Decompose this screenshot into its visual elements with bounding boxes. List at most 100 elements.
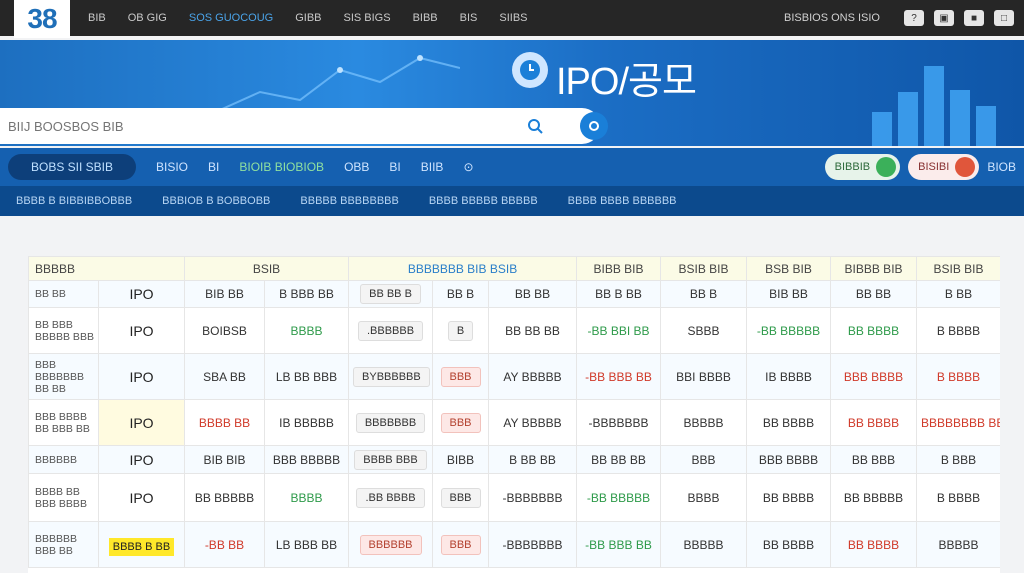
table-header[interactable]: BBBBBBB BIB BSIB [348, 256, 578, 281]
sub-nav: BBBB B BIBBIBBOBBB BBBIOB B BOBBOBB BBBB… [0, 186, 1024, 216]
cell-value: LB BBB BB [275, 537, 338, 552]
table-row[interactable]: BB BBB BBBBB BBB IPO BOIBSB BBBB .BBBBBB B BB … [28, 307, 1000, 354]
table-cell-c2: LB BB BBB [263, 353, 350, 400]
folder-icon[interactable]: ■ [964, 10, 984, 26]
cell-value: SBBB [687, 323, 720, 338]
table-cell-c6: BB BB BB [576, 445, 662, 474]
cell-value: BBB [691, 452, 716, 467]
sub-nav-item[interactable]: BBBB B BIBBIBBOBBB [16, 195, 132, 207]
table-header[interactable]: BBBBB [28, 256, 185, 281]
top-nav-item-active[interactable]: SOS GUOCOUG [189, 12, 273, 24]
table-header[interactable]: BSIB BIB [916, 256, 1000, 281]
toggle-red[interactable]: BISIBI [908, 154, 980, 180]
table-row[interactable]: BBB BBBB BB BBB BB IPO BBBB BB IB BBBBB BBBB… [28, 399, 1000, 446]
tab-item[interactable]: OBB [344, 160, 369, 174]
top-nav-item[interactable]: SIS BIGS [344, 12, 391, 24]
sub-nav-item[interactable]: BBBB BBBBB BBBBB [429, 195, 538, 207]
tab-item[interactable]: BI [208, 160, 219, 174]
table-cell-c10: BBBBBBBB BBBB [916, 399, 1000, 446]
table-cell-type: BBBB B BB [98, 521, 185, 568]
table-cell-c8: BB BBBB [746, 473, 832, 522]
cell-value: BBBB [290, 490, 323, 505]
cell-value: BB BB [35, 288, 66, 300]
search-input[interactable] [0, 109, 520, 143]
table-row[interactable]: BBB BBBBBBB BB BB IPO SBA BB LB BB BBB BYBBB… [28, 353, 1000, 400]
table-header[interactable]: BIBBB BIB [830, 256, 918, 281]
top-nav-item[interactable]: BIS [460, 12, 478, 24]
table-cell-c7: BBBBB [660, 399, 748, 446]
tab-active[interactable]: BOBS SII SBIB [8, 154, 136, 180]
table-cell-c3: BYBBBBBB [348, 353, 434, 400]
cell-value: BIBB [446, 452, 475, 467]
user-menu[interactable]: BISBIOS ONS ISIO [784, 12, 880, 24]
cell-value: BBBBB [938, 537, 979, 552]
toggle-knob [876, 157, 897, 177]
tab-item[interactable]: BIIB [421, 160, 444, 174]
ipo-table-container: BBBBB BSIB BBBBBBB BIB BSIB BIBB BIB BSI… [28, 256, 1000, 573]
cell-value: BBI BBBB [676, 369, 731, 384]
cell-value: B BBB [940, 452, 977, 467]
top-nav-item[interactable]: BIBB [413, 12, 438, 24]
table-cell-c1: BB BBBBB [184, 473, 265, 522]
cell-value: IB BBBB [765, 369, 812, 384]
cell-value: -BB BBB BB [585, 369, 652, 384]
help-icon[interactable]: ? [904, 10, 924, 26]
clock-icon [512, 52, 548, 88]
cell-value: BBBBB [683, 415, 724, 430]
cell-value: BB BBBB [762, 490, 815, 505]
sub-nav-item[interactable]: BBBB BBBB BBBBBB [568, 195, 677, 207]
cell-value: BB BBBBB [843, 490, 904, 505]
cell-value: BBBBBB [359, 534, 422, 555]
tab-item[interactable]: BISIO [156, 160, 188, 174]
search-icon[interactable] [520, 111, 550, 141]
tabs-right-label[interactable]: BIOB [987, 160, 1016, 174]
sub-nav-item[interactable]: BBBBB BBBBBBBB [300, 195, 398, 207]
table-cell-c5: BB BB BB [488, 307, 578, 354]
table-cell-c10: BBBBB [916, 521, 1000, 568]
top-nav-item[interactable]: SIIBS [499, 12, 527, 24]
toggle-knob [955, 157, 976, 177]
cell-value: BBBBBB BBB BB [35, 532, 78, 557]
table-cell-c3: BBBB BBB [348, 445, 434, 474]
cell-value: BBB BBBB [843, 369, 904, 384]
table-cell-name: BBBBBB BBB BB [28, 521, 99, 568]
table-header[interactable]: BSB BIB [746, 256, 832, 281]
logo-text: 38 [27, 3, 57, 34]
table-row[interactable]: BBBBBB BBB BB BBBB B BB -BB BB LB BBB BB BBB… [28, 521, 1000, 568]
cell-value: BBB [440, 366, 481, 387]
cell-value: BB BBBBB [194, 490, 255, 505]
cell-value: BBB [440, 487, 481, 508]
sub-nav-item[interactable]: BBBIOB B BOBBOBB [162, 195, 270, 207]
top-nav: BIB OB GIG SOS GUOCOUG GIBB SIS BIGS BIB… [88, 0, 528, 36]
table-header[interactable]: BSIB BIB [660, 256, 748, 281]
settings-icon[interactable]: ⊙ [463, 160, 473, 174]
table-header[interactable]: BSIB [183, 256, 350, 281]
top-nav-item[interactable]: GIBB [295, 12, 321, 24]
cell-value: BIB BB [205, 287, 244, 301]
table-row[interactable]: BBBB BB BBB BBBB IPO BB BBBBB BBBB .BB BBBB B… [28, 473, 1000, 522]
table-cell-c6: BB B BB [576, 280, 662, 308]
table-cell-type: IPO [98, 280, 185, 308]
square-icon[interactable]: □ [994, 10, 1014, 26]
table-row[interactable]: BBBBBB IPO BIB BIB BBB BBBBB BBBB BBB BIBB B B… [28, 445, 1000, 474]
cell-value: BB BB [855, 287, 892, 301]
tab-item[interactable]: BIOIB BIOBIOB [239, 160, 324, 174]
cell-value: AY BBBBB [503, 369, 562, 384]
top-nav-item[interactable]: BIB [88, 12, 106, 24]
search-submit-button[interactable] [580, 112, 608, 140]
cell-value: BB BB BB [591, 452, 646, 467]
table-row[interactable]: BB BB IPO BIB BB B BBB BB BB BB B BB B BB BB BB… [28, 280, 1000, 308]
window-icon[interactable]: ▣ [934, 10, 954, 26]
cell-value: BYBBBBBB [353, 366, 430, 387]
tab-item[interactable]: BI [389, 160, 400, 174]
table-cell-c5: -BBBBBBB [488, 473, 578, 522]
table-cell-c5: AY BBBBB [488, 353, 578, 400]
table-cell-c10: B BB [916, 280, 1000, 308]
toggle-green[interactable]: BIBBIB [824, 154, 901, 180]
cell-value: BB BBBB [847, 537, 900, 552]
cell-value: BB B [689, 287, 718, 301]
top-nav-item[interactable]: OB GIG [128, 12, 167, 24]
site-logo[interactable]: 38 [14, 0, 70, 38]
table-cell-c3: BBBBBBB [348, 399, 434, 446]
table-header[interactable]: BIBB BIB [576, 256, 662, 281]
